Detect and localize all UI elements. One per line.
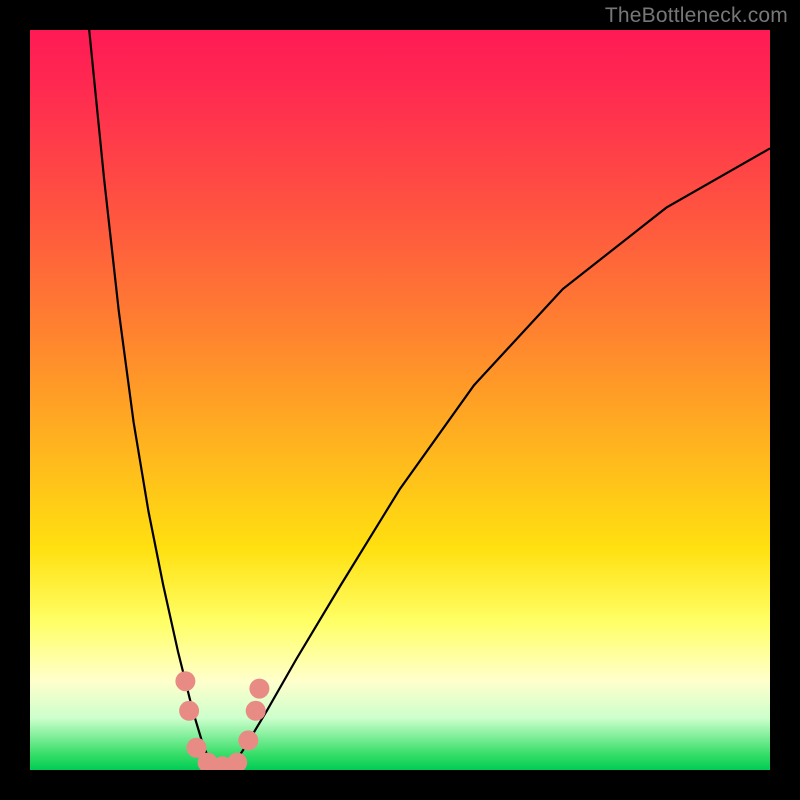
highlight-dot <box>246 701 266 721</box>
curve-path <box>89 30 770 770</box>
chart-frame: TheBottleneck.com <box>0 0 800 800</box>
highlight-dot <box>227 753 247 770</box>
bottleneck-curve <box>30 30 770 770</box>
highlight-dots <box>175 671 269 770</box>
highlight-dot <box>238 730 258 750</box>
watermark-text: TheBottleneck.com <box>605 4 788 28</box>
highlight-dot <box>179 701 199 721</box>
highlight-dot <box>175 671 195 691</box>
plot-area <box>30 30 770 770</box>
highlight-dot <box>249 679 269 699</box>
